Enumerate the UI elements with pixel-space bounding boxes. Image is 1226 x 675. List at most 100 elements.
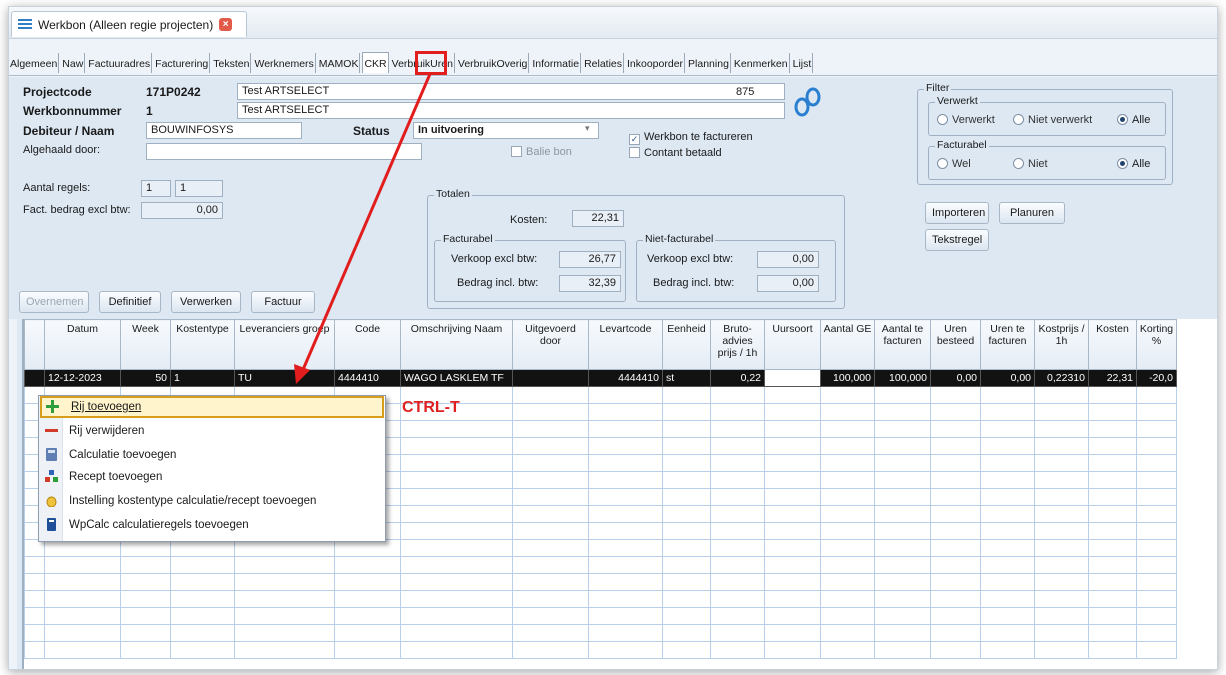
empty-cell[interactable] [874,641,931,659]
contant-checkbox[interactable]: Contant betaald [629,147,722,159]
empty-cell[interactable] [588,607,663,625]
empty-cell[interactable] [1088,590,1137,608]
empty-cell[interactable] [930,522,981,540]
empty-cell[interactable] [44,607,121,625]
empty-cell[interactable] [234,590,335,608]
tab-planning[interactable]: Planning [687,53,731,73]
empty-cell[interactable] [710,556,765,574]
empty-cell[interactable] [820,607,875,625]
empty-cell[interactable] [820,386,875,404]
empty-cell[interactable] [1034,437,1089,455]
empty-cell[interactable] [710,471,765,489]
empty-cell[interactable] [400,437,513,455]
empty-cell[interactable] [120,573,171,591]
empty-cell[interactable] [588,505,663,523]
empty-cell[interactable] [512,488,589,506]
radio-wel-dot[interactable] [937,158,948,169]
empty-cell[interactable] [1088,607,1137,625]
empty-cell[interactable] [980,539,1035,557]
empty-cell[interactable] [874,386,931,404]
cell-omschrijving[interactable]: WAGO LASKLEM TF [400,369,513,387]
empty-cell[interactable] [820,420,875,438]
overnemen-button[interactable]: Overnemen [19,291,89,313]
empty-cell[interactable] [874,505,931,523]
definitief-button[interactable]: Definitief [99,291,161,313]
empty-cell[interactable] [710,437,765,455]
empty-cell[interactable] [662,522,711,540]
col-leveranciersgroep[interactable]: Leveranciers groep [234,319,335,370]
empty-cell[interactable] [820,471,875,489]
empty-cell[interactable] [820,522,875,540]
empty-cell[interactable] [44,624,121,642]
empty-cell[interactable] [820,556,875,574]
empty-cell[interactable] [874,488,931,506]
empty-cell[interactable] [764,522,821,540]
empty-cell[interactable] [980,488,1035,506]
radio-verwerkt[interactable]: Verwerkt [937,114,995,126]
empty-cell[interactable] [400,539,513,557]
empty-cell[interactable] [588,590,663,608]
close-icon[interactable]: × [219,18,233,31]
empty-cell[interactable] [512,454,589,472]
empty-cell[interactable] [930,539,981,557]
empty-cell[interactable] [334,641,401,659]
row-header[interactable] [24,556,45,574]
empty-cell[interactable] [874,607,931,625]
empty-cell[interactable] [980,471,1035,489]
cell-uursoort[interactable] [764,369,821,387]
cell-bruto-advies[interactable]: 0,22 [710,369,765,387]
empty-cell[interactable] [1034,590,1089,608]
empty-cell[interactable] [764,454,821,472]
col-kostprijs[interactable]: Kostprijs / 1h [1034,319,1089,370]
empty-cell[interactable] [1034,641,1089,659]
cell-week[interactable]: 50 [120,369,171,387]
menu-item-recept-toevoegen[interactable]: Recept toevoegen [40,466,384,488]
empty-cell[interactable] [820,403,875,421]
empty-cell[interactable] [588,556,663,574]
empty-cell[interactable] [930,607,981,625]
empty-cell[interactable] [1034,522,1089,540]
empty-cell[interactable] [930,488,981,506]
empty-cell[interactable] [710,573,765,591]
empty-cell[interactable] [980,607,1035,625]
empty-cell[interactable] [1034,607,1089,625]
tab-ckr[interactable]: CKR [362,52,389,73]
empty-cell[interactable] [588,386,663,404]
empty-cell[interactable] [334,556,401,574]
radio-niet-verwerkt-dot[interactable] [1013,114,1024,125]
tab-naw[interactable]: Naw [61,53,86,73]
empty-cell[interactable] [1034,624,1089,642]
row-header[interactable] [24,369,45,387]
empty-cell[interactable] [980,590,1035,608]
cell-aantal-te-facturen[interactable]: 100,000 [874,369,931,387]
project-name-field[interactable]: Test ARTSELECT [237,83,785,100]
empty-cell[interactable] [512,471,589,489]
empty-cell[interactable] [512,641,589,659]
menu-item-calculatie-toevoegen[interactable]: Calculatie toevoegen [40,444,384,466]
empty-cell[interactable] [764,437,821,455]
empty-cell[interactable] [588,454,663,472]
empty-cell[interactable] [662,403,711,421]
empty-cell[interactable] [512,403,589,421]
empty-cell[interactable] [710,386,765,404]
empty-cell[interactable] [400,556,513,574]
empty-cell[interactable] [980,437,1035,455]
empty-cell[interactable] [820,573,875,591]
radio-facturabel-alle-dot[interactable] [1117,158,1128,169]
empty-cell[interactable] [1088,386,1137,404]
empty-cell[interactable] [588,539,663,557]
empty-cell[interactable] [710,488,765,506]
empty-cell[interactable] [1034,386,1089,404]
empty-cell[interactable] [1136,522,1177,540]
col-omschrijving[interactable]: Omschrijving Naam [400,319,513,370]
empty-cell[interactable] [588,624,663,642]
empty-cell[interactable] [930,437,981,455]
planuren-button[interactable]: Planuren [999,202,1065,224]
empty-cell[interactable] [930,454,981,472]
empty-cell[interactable] [662,556,711,574]
empty-cell[interactable] [930,505,981,523]
empty-cell[interactable] [764,641,821,659]
empty-cell[interactable] [44,556,121,574]
empty-cell[interactable] [980,505,1035,523]
empty-cell[interactable] [764,420,821,438]
